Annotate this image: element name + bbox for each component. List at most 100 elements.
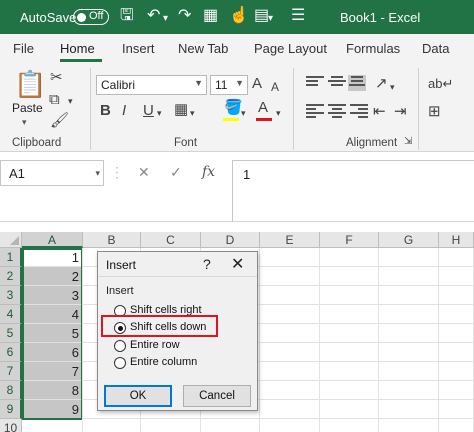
- decrease-indent-icon[interactable]: ⇤: [373, 104, 386, 120]
- row-header-6[interactable]: 6: [0, 343, 22, 362]
- row-header-5[interactable]: 5: [0, 324, 22, 343]
- wrap-text-icon[interactable]: ab↵: [428, 76, 453, 92]
- alignment-group-label: Alignment: [346, 137, 398, 149]
- name-box[interactable]: A1 ▾: [0, 160, 104, 186]
- tab-data[interactable]: Data: [422, 41, 449, 56]
- align-center-icon[interactable]: [328, 104, 346, 118]
- orientation-icon[interactable]: ↗: [375, 76, 388, 92]
- bottom-align-icon[interactable]: [348, 75, 366, 91]
- font-name-value: Calibri: [101, 78, 136, 92]
- middle-align-icon[interactable]: [328, 76, 346, 90]
- cell-a2[interactable]: 2: [22, 267, 83, 286]
- save-icon[interactable]: 🖫: [120, 7, 134, 25]
- cell-a10[interactable]: [22, 419, 83, 432]
- cancel-entry-icon[interactable]: ✕: [138, 164, 150, 181]
- column-header-d[interactable]: D: [201, 232, 260, 248]
- customize-toolbar-icon[interactable]: ☰: [291, 7, 305, 25]
- cell-a7[interactable]: 7: [22, 362, 83, 381]
- radio-entire-column[interactable]: [114, 357, 126, 369]
- column-header-a[interactable]: A: [22, 232, 83, 248]
- group-divider: [90, 68, 91, 150]
- cell-a9[interactable]: 9: [22, 400, 83, 419]
- merge-center-icon[interactable]: ⊞: [428, 104, 441, 120]
- column-header-h[interactable]: H: [439, 232, 474, 248]
- borders-icon[interactable]: ▦: [174, 102, 188, 118]
- help-icon[interactable]: ?: [203, 256, 211, 272]
- paste-icon[interactable]: 📋: [14, 70, 46, 98]
- alignment-launcher-icon[interactable]: ⇲: [404, 134, 412, 150]
- ok-button[interactable]: OK: [104, 385, 172, 407]
- row-header-7[interactable]: 7: [0, 362, 22, 381]
- paste-dropdown-icon[interactable]: ▾: [22, 117, 27, 128]
- autosave-toggle[interactable]: Off: [73, 9, 109, 25]
- copy-icon[interactable]: ⧉: [49, 92, 60, 108]
- format-painter-icon[interactable]: 🖌: [50, 113, 69, 129]
- column-header-c[interactable]: C: [141, 232, 201, 248]
- row-header-8[interactable]: 8: [0, 381, 22, 400]
- column-header-e[interactable]: E: [260, 232, 320, 248]
- font-color-icon[interactable]: A: [258, 100, 268, 116]
- cell-a1[interactable]: 1: [22, 248, 83, 267]
- row-header-2[interactable]: 2: [0, 267, 22, 286]
- name-box-dropdown-icon[interactable]: ▾: [95, 168, 100, 179]
- increase-indent-icon[interactable]: ⇥: [394, 104, 407, 120]
- row-header-3[interactable]: 3: [0, 286, 22, 305]
- redo-icon[interactable]: ↷: [178, 7, 191, 25]
- font-color-dropdown-icon[interactable]: ▾: [276, 105, 281, 121]
- top-align-icon[interactable]: [306, 76, 324, 90]
- paste-label[interactable]: Paste: [12, 101, 43, 115]
- tab-insert[interactable]: Insert: [122, 41, 155, 56]
- column-header-f[interactable]: F: [320, 232, 379, 248]
- bold-icon[interactable]: B: [100, 103, 111, 119]
- shrink-font-icon[interactable]: A: [271, 79, 279, 95]
- group-divider: [418, 68, 419, 150]
- insert-function-icon[interactable]: fx: [202, 164, 215, 180]
- font-size-box[interactable]: 11 ▼: [210, 75, 248, 95]
- undo-icon[interactable]: ↶: [147, 7, 160, 25]
- cancel-button[interactable]: Cancel: [183, 385, 251, 407]
- tab-formulas[interactable]: Formulas: [346, 41, 400, 56]
- grow-font-icon[interactable]: A: [252, 76, 262, 92]
- confirm-entry-icon[interactable]: ✓: [170, 164, 182, 181]
- font-name-dropdown-icon[interactable]: ▼: [194, 78, 203, 88]
- row-header-9[interactable]: 9: [0, 400, 22, 419]
- tab-home[interactable]: Home: [60, 41, 95, 56]
- form-dropdown-icon[interactable]: ▾: [268, 10, 273, 28]
- tab-file[interactable]: File: [13, 41, 34, 56]
- italic-icon[interactable]: I: [122, 103, 126, 119]
- name-box-value: A1: [9, 166, 25, 181]
- cell-a3[interactable]: 3: [22, 286, 83, 305]
- row-header-4[interactable]: 4: [0, 305, 22, 324]
- fill-color-dropdown-icon[interactable]: ▾: [241, 105, 246, 121]
- column-header-b[interactable]: B: [83, 232, 141, 248]
- cell-a8[interactable]: 8: [22, 381, 83, 400]
- align-left-icon[interactable]: [306, 104, 324, 118]
- copy-dropdown-icon[interactable]: ▾: [68, 93, 73, 109]
- borders-dropdown-icon[interactable]: ▾: [190, 105, 195, 121]
- cell-a6[interactable]: 6: [22, 343, 83, 362]
- close-icon[interactable]: ✕: [231, 254, 244, 274]
- touch-mode-icon[interactable]: ☝: [229, 7, 249, 25]
- tab-page-layout[interactable]: Page Layout: [254, 41, 327, 56]
- align-right-icon[interactable]: [350, 104, 368, 118]
- quick-print-icon[interactable]: ▦: [203, 7, 218, 25]
- orientation-dropdown-icon[interactable]: ▾: [390, 79, 395, 95]
- cut-icon[interactable]: ✂: [50, 70, 63, 86]
- tab-new-tab[interactable]: New Tab: [178, 41, 228, 56]
- cell-a5[interactable]: 5: [22, 324, 83, 343]
- undo-dropdown-icon[interactable]: ▾: [163, 10, 168, 28]
- font-name-box[interactable]: Calibri ▼: [96, 75, 207, 95]
- radio-entire-row[interactable]: [114, 340, 126, 352]
- formula-input[interactable]: 1: [232, 160, 474, 222]
- font-size-dropdown-icon[interactable]: ▼: [235, 78, 244, 88]
- underline-dropdown-icon[interactable]: ▾: [157, 105, 162, 121]
- select-all-corner[interactable]: [0, 232, 22, 248]
- fill-color-icon[interactable]: 🪣: [224, 100, 243, 116]
- underline-icon[interactable]: U: [143, 103, 154, 119]
- row-header-10[interactable]: 10: [0, 419, 22, 432]
- cell-a4[interactable]: 4: [22, 305, 83, 324]
- column-header-g[interactable]: G: [379, 232, 439, 248]
- row-header-1[interactable]: 1: [0, 248, 22, 267]
- form-icon[interactable]: ▤: [254, 7, 269, 25]
- font-size-value: 11: [215, 78, 228, 92]
